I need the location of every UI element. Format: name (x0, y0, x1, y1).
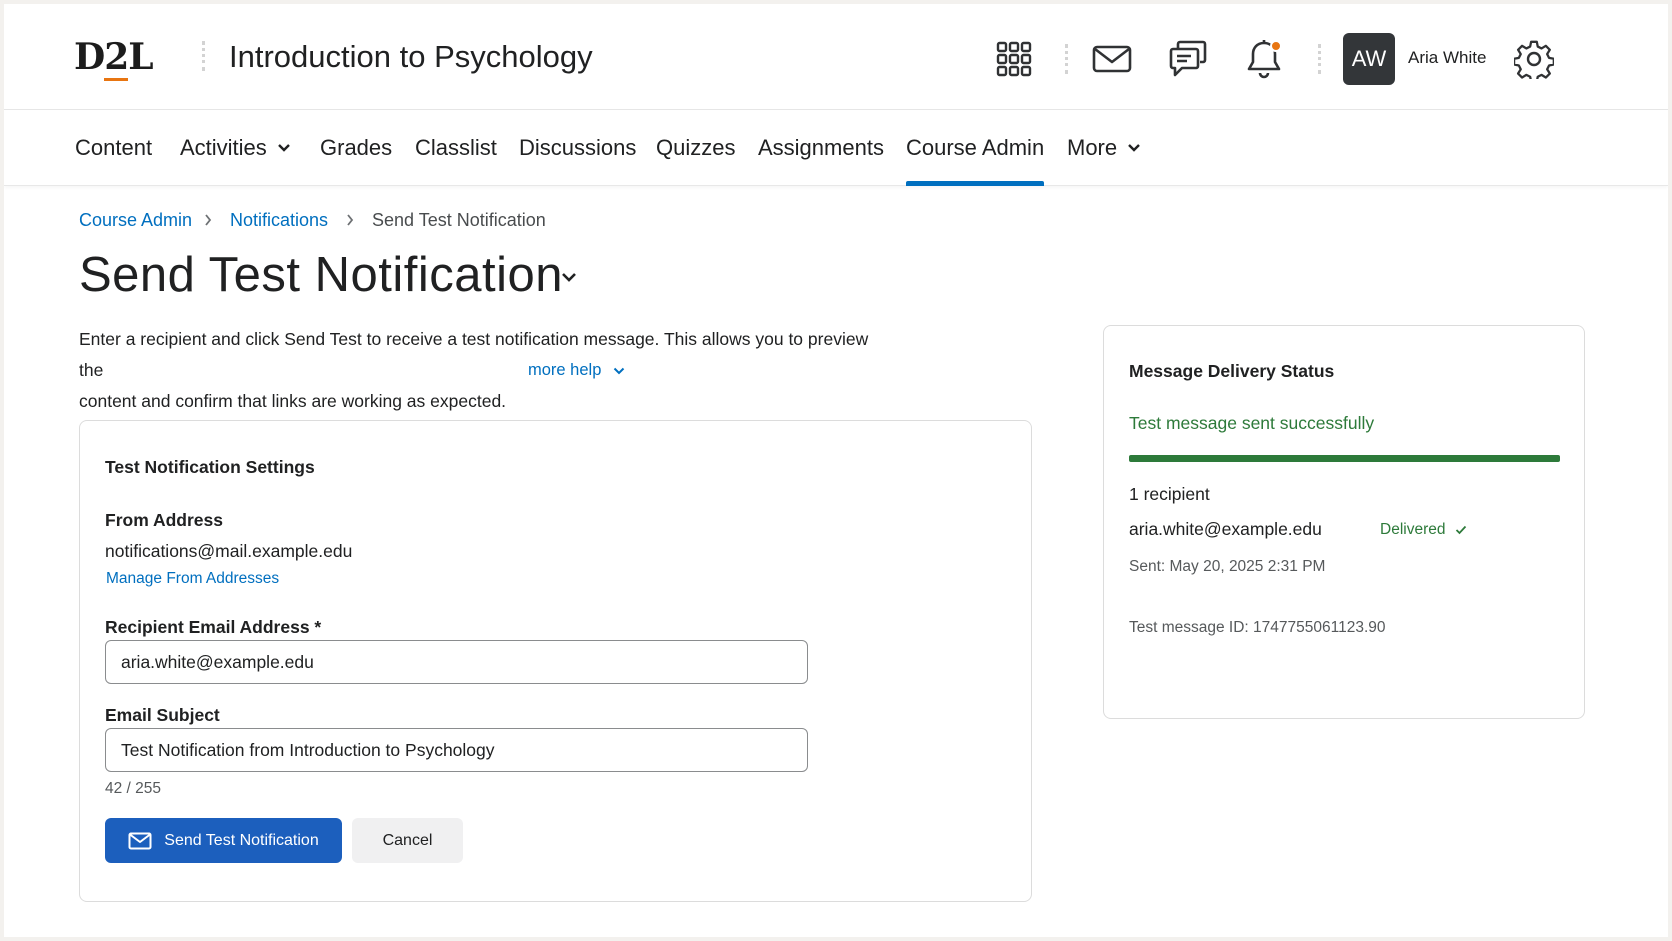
header-divider (202, 41, 205, 71)
gear-icon[interactable] (1508, 33, 1560, 85)
send-test-notification-button[interactable]: Send Test Notification (105, 818, 342, 863)
delivery-progress-fill (1129, 455, 1560, 462)
user-name[interactable]: Aria White (1408, 48, 1486, 68)
delivery-progress-bar (1129, 455, 1560, 462)
notification-badge (1270, 40, 1282, 52)
recipient-email-input[interactable]: aria.white@example.edu (105, 640, 808, 684)
mail-icon[interactable] (1086, 33, 1138, 85)
sent-timestamp: Sent: May 20, 2025 2:31 PM (1129, 558, 1326, 575)
settings-card: Test Notification Settings From Address … (79, 420, 1032, 902)
chat-icon[interactable] (1162, 33, 1214, 85)
header-divider (1065, 44, 1068, 74)
mail-icon (128, 832, 152, 849)
settings-heading: Test Notification Settings (105, 457, 315, 477)
subject-label: Email Subject (105, 705, 220, 725)
nav-discussions[interactable]: Discussions (519, 110, 636, 186)
email-subject-input[interactable]: Test Notification from Introduction to P… (105, 728, 808, 772)
nav-label: Grades (320, 135, 393, 160)
nav-label: Discussions (519, 135, 637, 160)
nav-content[interactable]: Content (75, 110, 152, 186)
nav-label: Content (75, 135, 153, 160)
chevron-down-icon[interactable] (561, 272, 577, 283)
bell-icon[interactable] (1238, 33, 1290, 85)
course-nav: Content Activities Grades Classlist Disc… (4, 110, 1668, 186)
logo-letter: L (128, 36, 153, 78)
nav-more[interactable]: More (1067, 110, 1141, 186)
nav-label: Assignments (758, 135, 884, 160)
message-id: Test message ID: 1747755061123.90 (1129, 619, 1386, 636)
app-window: D2L Introduction to Psychology AW Aria W… (4, 4, 1668, 937)
nav-label: Classlist (415, 135, 497, 160)
from-address-label: From Address (105, 510, 223, 530)
recipient-label: Recipient Email Address * (105, 617, 322, 637)
recipient-count: 1 recipient (1129, 484, 1210, 504)
intro-line: Enter a recipient and click Send Test to… (79, 329, 869, 380)
nav-course-admin[interactable]: Course Admin (906, 110, 1045, 186)
email-subject-value: Test Notification from Introduction to P… (121, 739, 495, 760)
breadcrumb-current: Send Test Notification (372, 210, 546, 230)
d2l-logo[interactable]: D2L (74, 36, 154, 81)
chevron-right-icon (347, 214, 354, 226)
chevron-down-icon (1128, 144, 1140, 152)
intro-text: Enter a recipient and click Send Test to… (79, 324, 879, 417)
chevron-down-icon (614, 367, 625, 374)
chevron-down-icon (277, 144, 290, 152)
logo-letter: D (74, 36, 105, 78)
breadcrumb-notifications[interactable]: Notifications (230, 210, 328, 231)
nav-classlist[interactable]: Classlist (415, 110, 497, 186)
nav-label: Activities (180, 135, 267, 160)
more-help-link[interactable]: more help (528, 361, 625, 380)
status-recipient-email: aria.white@example.edu (1129, 519, 1322, 539)
intro-line: content and confirm that links are worki… (79, 391, 507, 411)
delivered-label: Delivered (1380, 521, 1446, 538)
logo-accent: 2 (104, 36, 129, 81)
delivery-status-card: Message Delivery Status Test message sen… (1103, 325, 1585, 719)
check-icon (1456, 525, 1467, 535)
recipient-email-value: aria.white@example.edu (121, 651, 314, 672)
page-title: Send Test Notification (79, 248, 564, 302)
header-divider (1318, 44, 1321, 74)
apps-grid-icon[interactable] (988, 33, 1040, 85)
nav-label: Course Admin (906, 135, 1045, 160)
breadcrumb-course-admin[interactable]: Course Admin (79, 210, 192, 231)
nav-activities[interactable]: Activities (180, 110, 291, 186)
nav-grades[interactable]: Grades (320, 110, 392, 186)
status-result: Test message sent successfully (1129, 413, 1375, 433)
char-counter: 42 / 255 (105, 780, 162, 797)
course-title[interactable]: Introduction to Psychology (229, 39, 593, 75)
send-button-label: Send Test Notification (164, 831, 319, 849)
delivered-badge: Delivered (1380, 521, 1467, 539)
more-help-label: more help (528, 361, 602, 379)
avatar[interactable]: AW (1343, 33, 1395, 85)
status-heading: Message Delivery Status (1129, 361, 1335, 381)
from-address-value: notifications@mail.example.edu (105, 541, 353, 561)
nav-quizzes[interactable]: Quizzes (656, 110, 735, 186)
nav-label: More (1067, 135, 1118, 160)
nav-assignments[interactable]: Assignments (758, 110, 884, 186)
top-header: D2L Introduction to Psychology AW Aria W… (4, 4, 1668, 110)
manage-from-addresses-link[interactable]: Manage From Addresses (106, 570, 279, 588)
chevron-right-icon (205, 214, 212, 226)
nav-label: Quizzes (656, 135, 736, 160)
cancel-button[interactable]: Cancel (352, 818, 463, 863)
